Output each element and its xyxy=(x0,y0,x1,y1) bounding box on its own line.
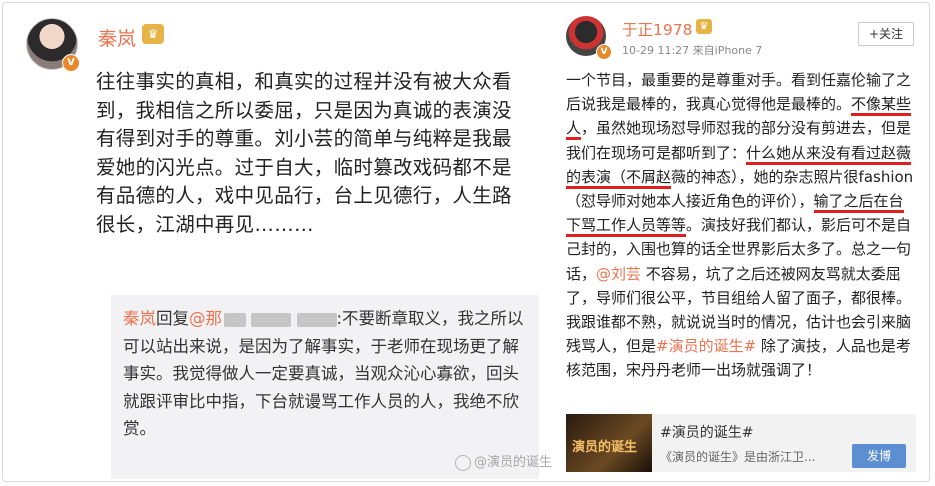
reply-target[interactable]: @那 xyxy=(189,309,222,328)
watermark: @演员的诞生 xyxy=(455,451,552,471)
username[interactable]: 秦岚 xyxy=(98,24,136,51)
crown-icon: ♛ xyxy=(142,24,164,44)
reply-text: :不要断章取义，我之所以可以站出来说，是因为了解事实，于老师在现场更了解事实。我… xyxy=(123,309,524,438)
watermark-text: @演员的诞生 xyxy=(474,455,553,470)
mention-link[interactable]: @刘芸 xyxy=(596,265,641,283)
post-source: 来自iPhone 7 xyxy=(692,44,763,57)
card-thumbnail: 演员的诞生 xyxy=(566,414,652,472)
post-text-part: 薇的神态） xyxy=(671,167,739,186)
card-title[interactable]: #演员的诞生# xyxy=(660,422,753,442)
reply-action: 回复 xyxy=(156,309,189,328)
left-weibo-post: V 秦岚 ♛ 往往事实的真相，和真实的过程并没有被大众看到，我相信之所以委屈，只… xyxy=(12,10,542,479)
verified-badge-icon: V xyxy=(596,44,612,60)
topic-card[interactable]: 演员的诞生 #演员的诞生# 《演员的诞生》是由浙江卫... 发博 xyxy=(566,414,916,472)
post-button[interactable]: 发博 xyxy=(852,444,906,468)
thumbnail-text: 演员的诞生 xyxy=(572,440,638,455)
underlined-text: 骂工作人员等等 xyxy=(581,216,687,238)
post-text: 往往事实的真相，和真实的过程并没有被大众看到，我相信之所以委屈，只是因为真诚的表… xyxy=(96,70,512,236)
username[interactable]: 于正1978 xyxy=(622,18,692,40)
weibo-icon xyxy=(455,454,471,471)
crown-icon: ♛ xyxy=(696,19,712,34)
blurred-text xyxy=(251,312,292,327)
post-time[interactable]: 10-29 11:27 xyxy=(622,44,689,57)
reply-user[interactable]: 秦岚 xyxy=(123,309,156,328)
post-meta: 10-29 11:27 来自iPhone 7 xyxy=(622,42,762,58)
hashtag-link[interactable]: #演员的诞生# xyxy=(656,337,756,355)
verified-badge-icon: V xyxy=(62,54,80,72)
blurred-text xyxy=(224,312,246,327)
right-weibo-post: V 于正1978 ♛ 10-29 11:27 来自iPhone 7 +关注 一个… xyxy=(556,12,924,478)
blurred-text xyxy=(296,312,337,327)
follow-button[interactable]: +关注 xyxy=(858,22,914,46)
post-text: 一个节目，最重要的是尊重对手。看到任嘉伦输了之后说我是最棒的，我真心觉得他是最棒… xyxy=(566,68,918,383)
card-description: 《演员的诞生》是由浙江卫... xyxy=(660,450,816,464)
